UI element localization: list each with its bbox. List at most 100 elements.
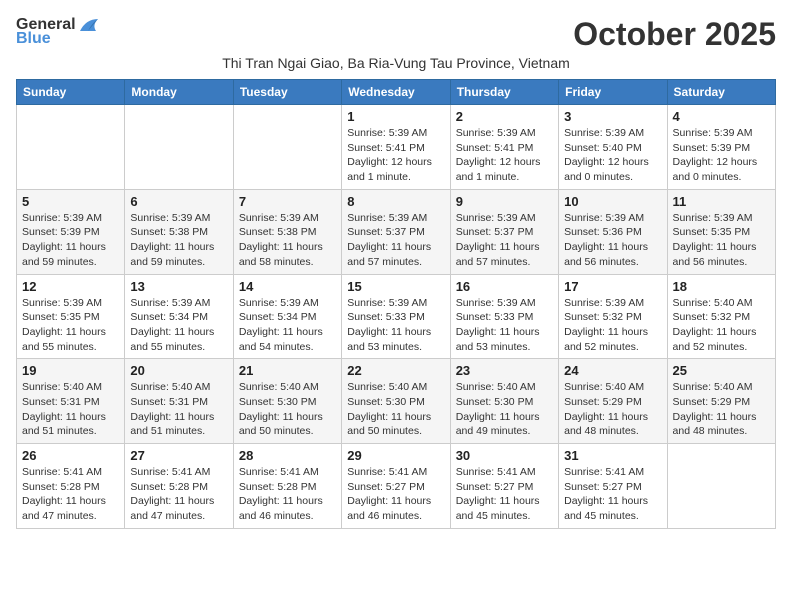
day-number: 4 bbox=[673, 109, 770, 124]
day-info: Sunrise: 5:39 AMSunset: 5:37 PMDaylight:… bbox=[347, 211, 444, 270]
col-saturday: Saturday bbox=[667, 80, 775, 105]
page-header: General Blue October 2025 bbox=[16, 16, 776, 53]
table-row: 6Sunrise: 5:39 AMSunset: 5:38 PMDaylight… bbox=[125, 189, 233, 274]
day-number: 16 bbox=[456, 279, 553, 294]
day-info: Sunrise: 5:39 AMSunset: 5:33 PMDaylight:… bbox=[347, 296, 444, 355]
day-info: Sunrise: 5:39 AMSunset: 5:34 PMDaylight:… bbox=[130, 296, 227, 355]
day-info: Sunrise: 5:40 AMSunset: 5:31 PMDaylight:… bbox=[130, 380, 227, 439]
day-number: 27 bbox=[130, 448, 227, 463]
table-row: 14Sunrise: 5:39 AMSunset: 5:34 PMDayligh… bbox=[233, 274, 341, 359]
page-container: General Blue October 2025 Thi Tran Ngai … bbox=[16, 16, 776, 529]
day-number: 25 bbox=[673, 363, 770, 378]
col-thursday: Thursday bbox=[450, 80, 558, 105]
day-number: 13 bbox=[130, 279, 227, 294]
logo: General Blue bbox=[16, 16, 100, 48]
day-info: Sunrise: 5:39 AMSunset: 5:41 PMDaylight:… bbox=[456, 126, 553, 185]
logo-wing-icon bbox=[78, 17, 100, 33]
table-row: 4 Sunrise: 5:39 AMSunset: 5:39 PMDaylight… bbox=[667, 105, 775, 190]
day-info: Sunrise: 5:40 AMSunset: 5:30 PMDaylight:… bbox=[239, 380, 336, 439]
table-row bbox=[17, 105, 125, 190]
calendar-week-row: 12Sunrise: 5:39 AMSunset: 5:35 PMDayligh… bbox=[17, 274, 776, 359]
day-number: 23 bbox=[456, 363, 553, 378]
table-row: 26Sunrise: 5:41 AMSunset: 5:28 PMDayligh… bbox=[17, 444, 125, 529]
day-info: Sunrise: 5:41 AMSunset: 5:27 PMDaylight:… bbox=[564, 465, 661, 524]
calendar-header-row: Sunday Monday Tuesday Wednesday Thursday… bbox=[17, 80, 776, 105]
month-title: October 2025 bbox=[573, 16, 776, 53]
table-row: 29 Sunrise: 5:41 AMSunset: 5:27 PMDayligh… bbox=[342, 444, 450, 529]
table-row: 23 Sunrise: 5:40 AMSunset: 5:30 PMDayligh… bbox=[450, 359, 558, 444]
table-row: 17 Sunrise: 5:39 AMSunset: 5:32 PMDayligh… bbox=[559, 274, 667, 359]
table-row: 9 Sunrise: 5:39 AMSunset: 5:37 PMDaylight… bbox=[450, 189, 558, 274]
day-number: 9 bbox=[456, 194, 553, 209]
day-number: 30 bbox=[456, 448, 553, 463]
table-row: 25 Sunrise: 5:40 AMSunset: 5:29 PMDayligh… bbox=[667, 359, 775, 444]
day-info: Sunrise: 5:40 AMSunset: 5:31 PMDaylight:… bbox=[22, 380, 119, 439]
table-row: 15 Sunrise: 5:39 AMSunset: 5:33 PMDayligh… bbox=[342, 274, 450, 359]
day-info: Sunrise: 5:41 AMSunset: 5:28 PMDaylight:… bbox=[130, 465, 227, 524]
table-row: 10 Sunrise: 5:39 AMSunset: 5:36 PMDayligh… bbox=[559, 189, 667, 274]
table-row bbox=[667, 444, 775, 529]
day-info: Sunrise: 5:40 AMSunset: 5:29 PMDaylight:… bbox=[673, 380, 770, 439]
day-info: Sunrise: 5:41 AMSunset: 5:27 PMDaylight:… bbox=[347, 465, 444, 524]
day-number: 5 bbox=[22, 194, 119, 209]
logo-blue-text: Blue bbox=[16, 30, 51, 48]
day-number: 17 bbox=[564, 279, 661, 294]
table-row: 5 Sunrise: 5:39 AMSunset: 5:39 PMDaylight… bbox=[17, 189, 125, 274]
day-number: 8 bbox=[347, 194, 444, 209]
day-info: Sunrise: 5:39 AMSunset: 5:32 PMDaylight:… bbox=[564, 296, 661, 355]
day-number: 29 bbox=[347, 448, 444, 463]
day-number: 20 bbox=[130, 363, 227, 378]
calendar-subtitle: Thi Tran Ngai Giao, Ba Ria-Vung Tau Prov… bbox=[16, 55, 776, 71]
day-info: Sunrise: 5:39 AMSunset: 5:39 PMDaylight:… bbox=[673, 126, 770, 185]
table-row: 19 Sunrise: 5:40 AMSunset: 5:31 PMDayligh… bbox=[17, 359, 125, 444]
table-row: 27 Sunrise: 5:41 AMSunset: 5:28 PMDayligh… bbox=[125, 444, 233, 529]
day-info: Sunrise: 5:39 AMSunset: 5:41 PMDaylight:… bbox=[347, 126, 444, 185]
day-info: Sunrise: 5:39 AMSunset: 5:33 PMDaylight:… bbox=[456, 296, 553, 355]
table-row: 7Sunrise: 5:39 AMSunset: 5:38 PMDaylight… bbox=[233, 189, 341, 274]
day-info: Sunrise: 5:39 AMSunset: 5:36 PMDaylight:… bbox=[564, 211, 661, 270]
day-info: Sunrise: 5:39 AMSunset: 5:40 PMDaylight:… bbox=[564, 126, 661, 185]
day-number: 6 bbox=[130, 194, 227, 209]
day-info: Sunrise: 5:39 AMSunset: 5:37 PMDaylight:… bbox=[456, 211, 553, 270]
logo-block: General Blue bbox=[16, 16, 100, 48]
day-number: 22 bbox=[347, 363, 444, 378]
table-row: 11 Sunrise: 5:39 AMSunset: 5:35 PMDayligh… bbox=[667, 189, 775, 274]
table-row bbox=[233, 105, 341, 190]
day-info: Sunrise: 5:40 AMSunset: 5:30 PMDaylight:… bbox=[347, 380, 444, 439]
day-number: 18 bbox=[673, 279, 770, 294]
table-row: 8 Sunrise: 5:39 AMSunset: 5:37 PMDaylight… bbox=[342, 189, 450, 274]
table-row: 30Sunrise: 5:41 AMSunset: 5:27 PMDayligh… bbox=[450, 444, 558, 529]
day-number: 7 bbox=[239, 194, 336, 209]
calendar-week-row: 5 Sunrise: 5:39 AMSunset: 5:39 PMDaylight… bbox=[17, 189, 776, 274]
day-info: Sunrise: 5:39 AMSunset: 5:39 PMDaylight:… bbox=[22, 211, 119, 270]
calendar-week-row: 26Sunrise: 5:41 AMSunset: 5:28 PMDayligh… bbox=[17, 444, 776, 529]
calendar-table: Sunday Monday Tuesday Wednesday Thursday… bbox=[16, 79, 776, 529]
col-friday: Friday bbox=[559, 80, 667, 105]
day-number: 11 bbox=[673, 194, 770, 209]
day-number: 12 bbox=[22, 279, 119, 294]
day-number: 24 bbox=[564, 363, 661, 378]
table-row: 16 Sunrise: 5:39 AMSunset: 5:33 PMDayligh… bbox=[450, 274, 558, 359]
day-number: 31 bbox=[564, 448, 661, 463]
day-number: 28 bbox=[239, 448, 336, 463]
table-row: 1Sunrise: 5:39 AMSunset: 5:41 PMDaylight… bbox=[342, 105, 450, 190]
day-info: Sunrise: 5:41 AMSunset: 5:28 PMDaylight:… bbox=[22, 465, 119, 524]
day-info: Sunrise: 5:39 AMSunset: 5:35 PMDaylight:… bbox=[673, 211, 770, 270]
day-number: 19 bbox=[22, 363, 119, 378]
table-row: 31 Sunrise: 5:41 AMSunset: 5:27 PMDayligh… bbox=[559, 444, 667, 529]
calendar-week-row: 1Sunrise: 5:39 AMSunset: 5:41 PMDaylight… bbox=[17, 105, 776, 190]
day-number: 10 bbox=[564, 194, 661, 209]
day-info: Sunrise: 5:40 AMSunset: 5:30 PMDaylight:… bbox=[456, 380, 553, 439]
day-number: 2 bbox=[456, 109, 553, 124]
table-row: 3 Sunrise: 5:39 AMSunset: 5:40 PMDaylight… bbox=[559, 105, 667, 190]
day-info: Sunrise: 5:39 AMSunset: 5:34 PMDaylight:… bbox=[239, 296, 336, 355]
day-number: 3 bbox=[564, 109, 661, 124]
table-row: 18 Sunrise: 5:40 AMSunset: 5:32 PMDayligh… bbox=[667, 274, 775, 359]
day-info: Sunrise: 5:40 AMSunset: 5:32 PMDaylight:… bbox=[673, 296, 770, 355]
table-row: 2 Sunrise: 5:39 AMSunset: 5:41 PMDaylight… bbox=[450, 105, 558, 190]
table-row: 20 Sunrise: 5:40 AMSunset: 5:31 PMDayligh… bbox=[125, 359, 233, 444]
table-row: 28Sunrise: 5:41 AMSunset: 5:28 PMDayligh… bbox=[233, 444, 341, 529]
table-row bbox=[125, 105, 233, 190]
day-number: 21 bbox=[239, 363, 336, 378]
day-number: 15 bbox=[347, 279, 444, 294]
